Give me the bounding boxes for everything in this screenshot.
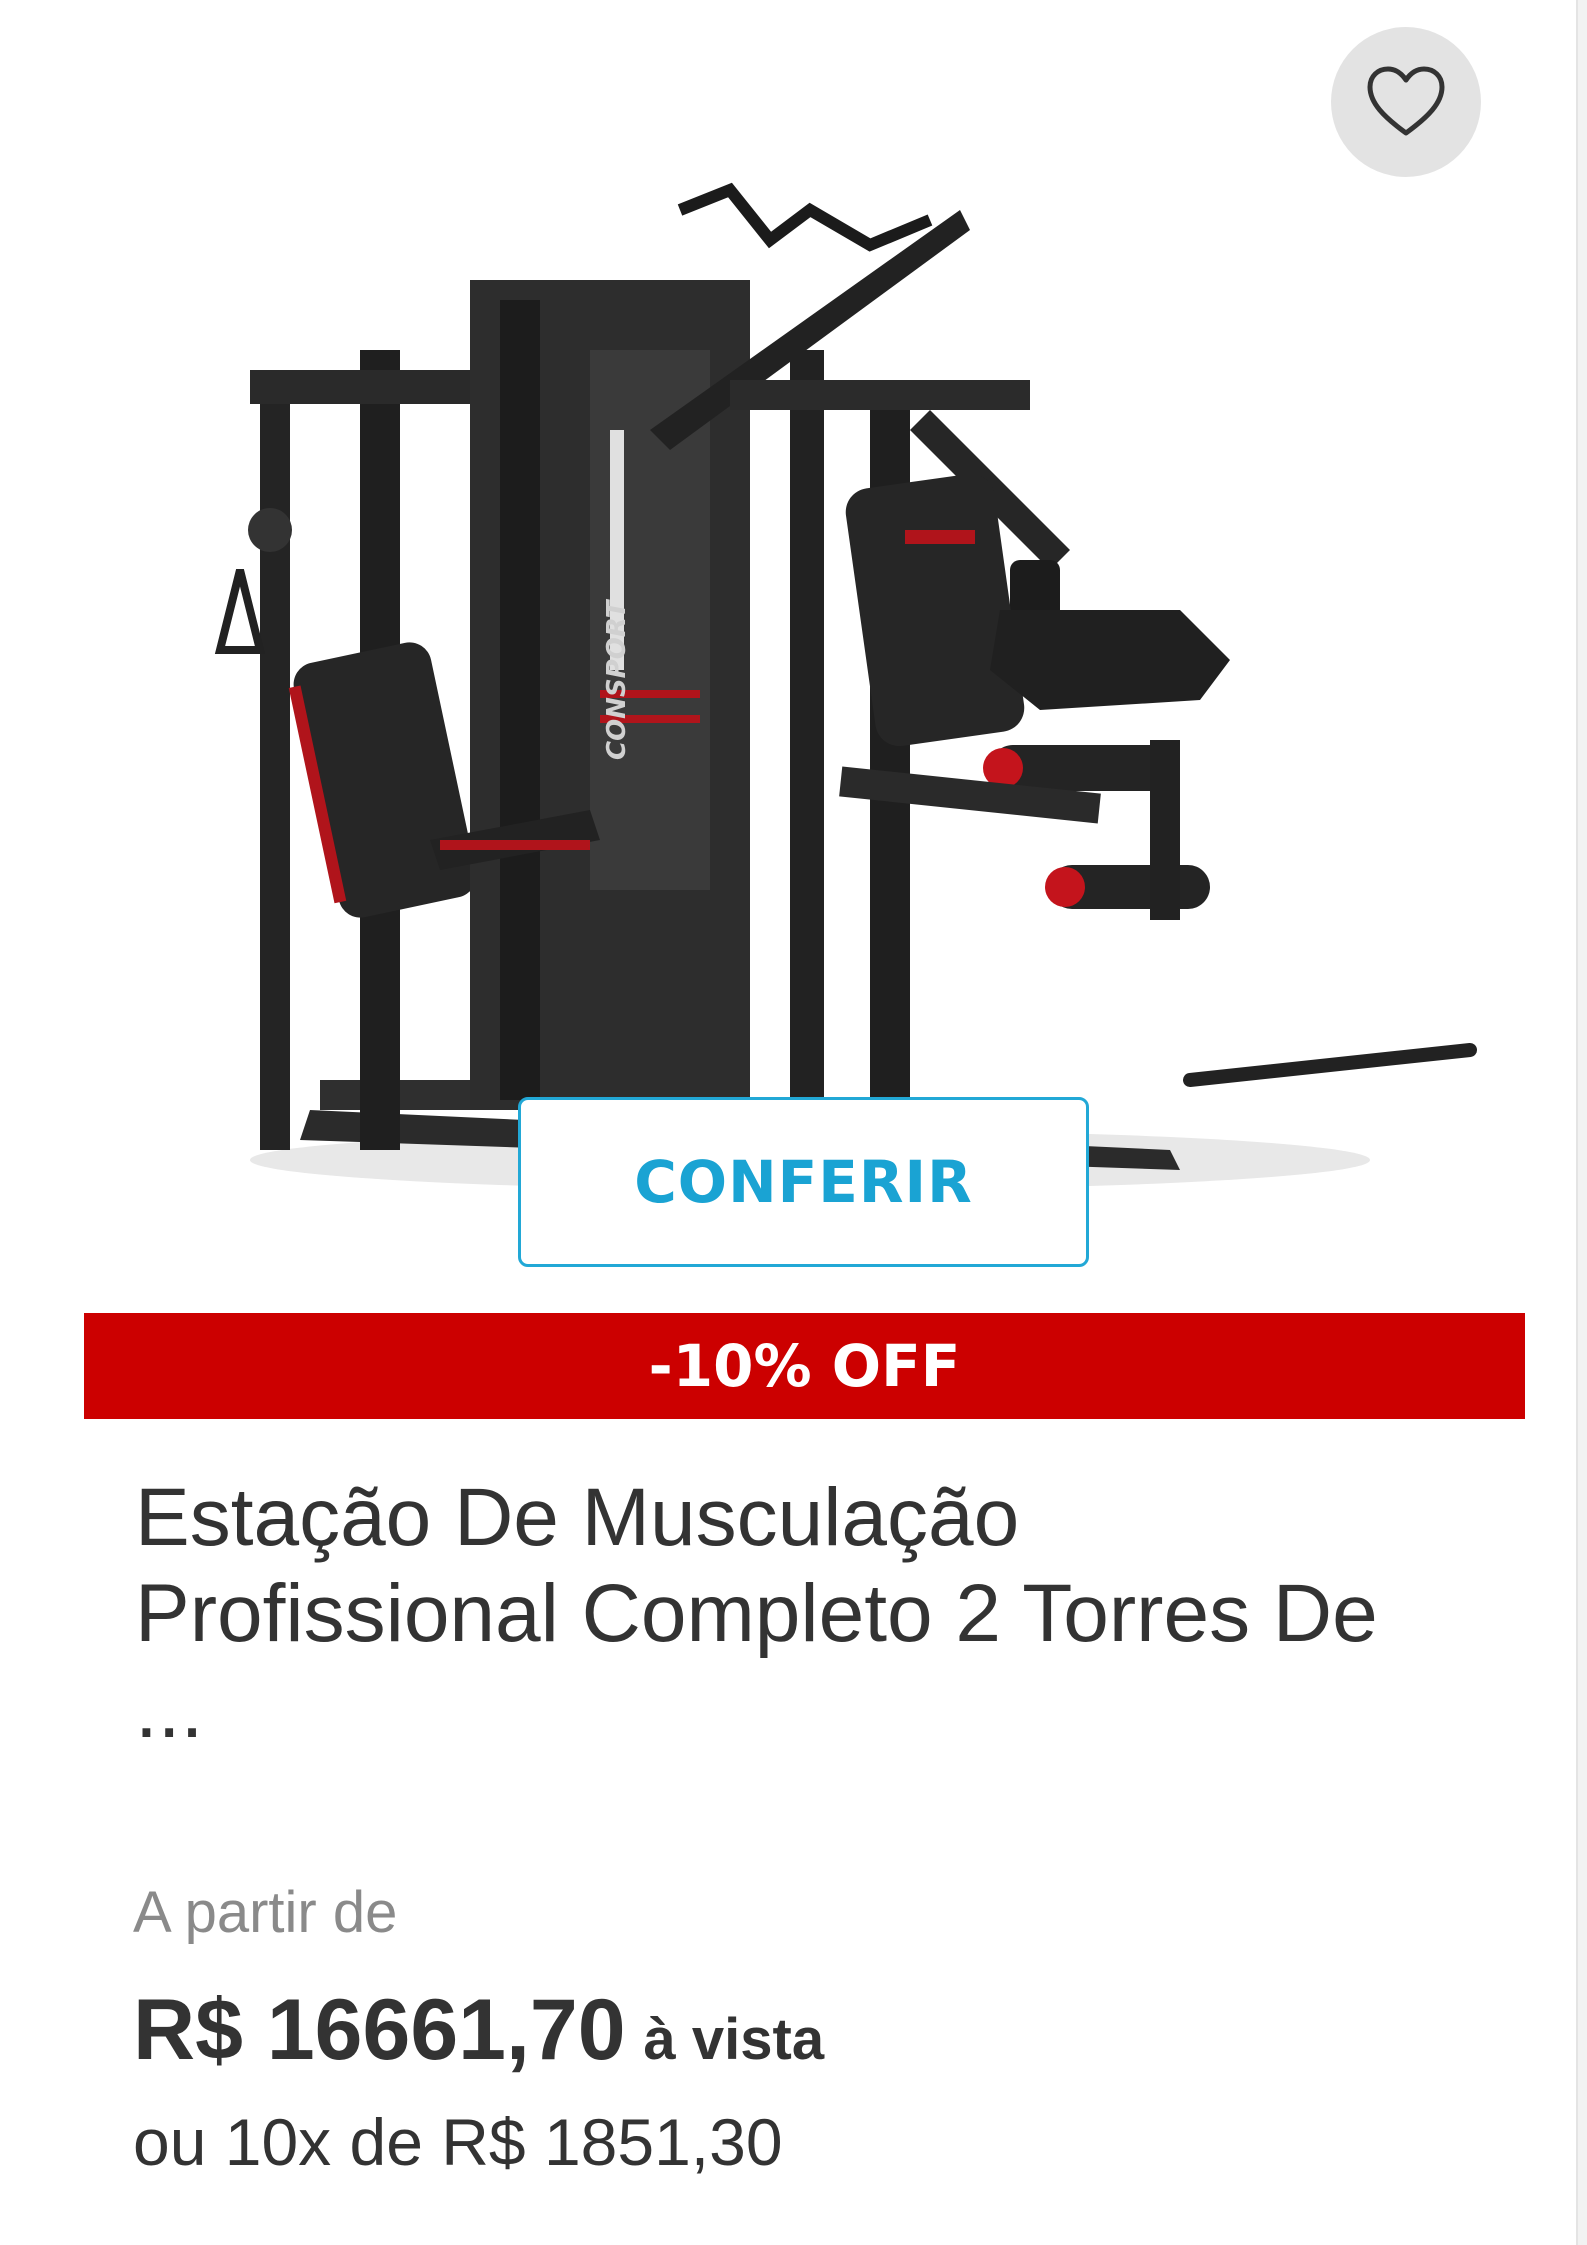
price-suffix: à vista [643, 2007, 825, 2072]
heart-outline-icon [1367, 66, 1445, 136]
installments-text: ou 10x de R$ 1851,30 [133, 2105, 783, 2179]
product-title[interactable]: Estação De Musculação Profissional Compl… [135, 1470, 1465, 1758]
price-value: R$ 16661,70 [133, 1982, 626, 2078]
price-line: R$ 16661,70 à vista [133, 1980, 824, 2080]
conferir-button[interactable]: CONFERIR [518, 1097, 1089, 1267]
product-image[interactable]: CONSPORT [170, 150, 1480, 1230]
price-prefix: A partir de [133, 1880, 398, 1945]
brand-logo-text: CONSPORT [602, 598, 632, 760]
discount-badge: -10% OFF [84, 1313, 1525, 1419]
product-card[interactable]: CONSPORT CONFERIR -10% OFF Estação De Mu… [0, 0, 1578, 2245]
